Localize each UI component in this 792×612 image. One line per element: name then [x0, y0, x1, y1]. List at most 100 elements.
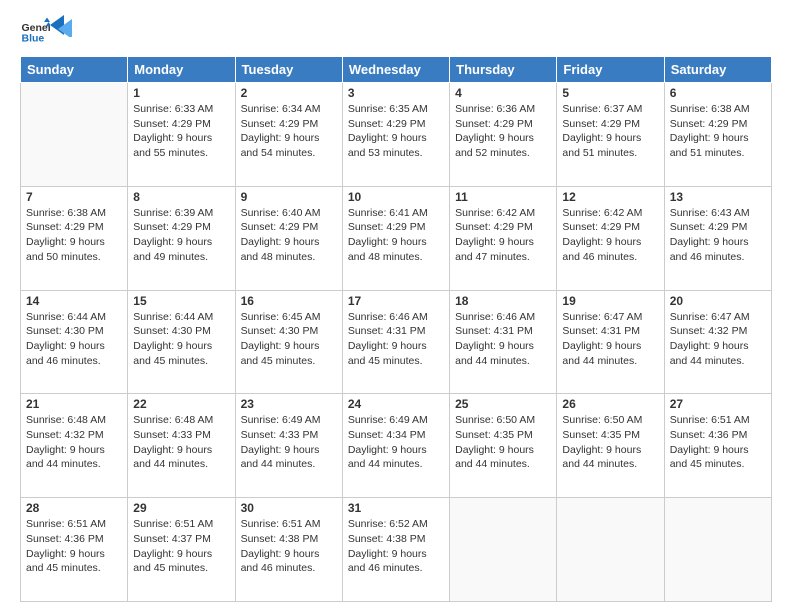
calendar-cell: 11 Sunrise: 6:42 AM Sunset: 4:29 PM Dayli… — [450, 186, 557, 290]
calendar-cell: 28 Sunrise: 6:51 AM Sunset: 4:36 PM Dayli… — [21, 498, 128, 602]
page: General Blue SundayMondayTuesdayWednesda… — [0, 0, 792, 612]
day-info: Sunrise: 6:49 AM Sunset: 4:33 PM Dayligh… — [241, 413, 337, 472]
day-info: Sunrise: 6:44 AM Sunset: 4:30 PM Dayligh… — [26, 310, 122, 369]
day-number: 7 — [26, 190, 122, 204]
week-row-3: 14 Sunrise: 6:44 AM Sunset: 4:30 PM Dayli… — [21, 290, 772, 394]
calendar-cell: 10Sunrise: 6:41 AM Sunset: 4:29 PM Dayli… — [342, 186, 449, 290]
day-number: 18 — [455, 294, 551, 308]
calendar-cell: 26Sunrise: 6:50 AM Sunset: 4:35 PM Dayli… — [557, 394, 664, 498]
day-number: 14 — [26, 294, 122, 308]
weekday-header-sunday: Sunday — [21, 57, 128, 83]
calendar-cell: 18 Sunrise: 6:46 AM Sunset: 4:31 PM Dayli… — [450, 290, 557, 394]
day-number: 23 — [241, 397, 337, 411]
day-number: 4 — [455, 86, 551, 100]
day-number: 27 — [670, 397, 766, 411]
day-info: Sunrise: 6:38 AM Sunset: 4:29 PM Dayligh… — [26, 206, 122, 265]
day-number: 30 — [241, 501, 337, 515]
day-info: Sunrise: 6:33 AM Sunset: 4:29 PM Dayligh… — [133, 102, 229, 161]
logo-arrow-icon — [50, 15, 72, 37]
day-number: 28 — [26, 501, 122, 515]
day-number: 25 — [455, 397, 551, 411]
day-info: Sunrise: 6:47 AM Sunset: 4:32 PM Dayligh… — [670, 310, 766, 369]
day-number: 20 — [670, 294, 766, 308]
day-info: Sunrise: 6:44 AM Sunset: 4:30 PM Dayligh… — [133, 310, 229, 369]
day-info: Sunrise: 6:37 AM Sunset: 4:29 PM Dayligh… — [562, 102, 658, 161]
calendar-cell: 13 Sunrise: 6:43 AM Sunset: 4:29 PM Dayli… — [664, 186, 771, 290]
day-info: Sunrise: 6:38 AM Sunset: 4:29 PM Dayligh… — [670, 102, 766, 161]
calendar-cell: 19 Sunrise: 6:47 AM Sunset: 4:31 PM Dayli… — [557, 290, 664, 394]
day-info: Sunrise: 6:50 AM Sunset: 4:35 PM Dayligh… — [562, 413, 658, 472]
logo-icon: General Blue — [20, 16, 50, 46]
day-number: 12 — [562, 190, 658, 204]
day-info: Sunrise: 6:47 AM Sunset: 4:31 PM Dayligh… — [562, 310, 658, 369]
calendar-cell: 7 Sunrise: 6:38 AM Sunset: 4:29 PM Daylig… — [21, 186, 128, 290]
calendar-cell: 12 Sunrise: 6:42 AM Sunset: 4:29 PM Dayli… — [557, 186, 664, 290]
calendar-cell: 20 Sunrise: 6:47 AM Sunset: 4:32 PM Dayli… — [664, 290, 771, 394]
day-number: 17 — [348, 294, 444, 308]
day-number: 9 — [241, 190, 337, 204]
calendar-cell: 30 Sunrise: 6:51 AM Sunset: 4:38 PM Dayli… — [235, 498, 342, 602]
calendar-cell: 15 Sunrise: 6:44 AM Sunset: 4:30 PM Dayli… — [128, 290, 235, 394]
day-info: Sunrise: 6:43 AM Sunset: 4:29 PM Dayligh… — [670, 206, 766, 265]
calendar-cell — [21, 83, 128, 187]
day-info: Sunrise: 6:42 AM Sunset: 4:29 PM Dayligh… — [455, 206, 551, 265]
day-number: 3 — [348, 86, 444, 100]
calendar-cell: 21 Sunrise: 6:48 AM Sunset: 4:32 PM Dayli… — [21, 394, 128, 498]
day-info: Sunrise: 6:51 AM Sunset: 4:36 PM Dayligh… — [26, 517, 122, 576]
calendar-table: SundayMondayTuesdayWednesdayThursdayFrid… — [20, 56, 772, 602]
calendar-cell: 24 Sunrise: 6:49 AM Sunset: 4:34 PM Dayli… — [342, 394, 449, 498]
day-number: 24 — [348, 397, 444, 411]
week-row-5: 28 Sunrise: 6:51 AM Sunset: 4:36 PM Dayli… — [21, 498, 772, 602]
day-info: Sunrise: 6:51 AM Sunset: 4:37 PM Dayligh… — [133, 517, 229, 576]
day-number: 13 — [670, 190, 766, 204]
day-number: 16 — [241, 294, 337, 308]
day-info: Sunrise: 6:42 AM Sunset: 4:29 PM Dayligh… — [562, 206, 658, 265]
header: General Blue — [20, 16, 772, 46]
day-info: Sunrise: 6:35 AM Sunset: 4:29 PM Dayligh… — [348, 102, 444, 161]
day-info: Sunrise: 6:51 AM Sunset: 4:38 PM Dayligh… — [241, 517, 337, 576]
calendar-cell: 6Sunrise: 6:38 AM Sunset: 4:29 PM Daylig… — [664, 83, 771, 187]
day-number: 21 — [26, 397, 122, 411]
day-info: Sunrise: 6:46 AM Sunset: 4:31 PM Dayligh… — [455, 310, 551, 369]
calendar-cell: 25 Sunrise: 6:50 AM Sunset: 4:35 PM Dayli… — [450, 394, 557, 498]
weekday-header-tuesday: Tuesday — [235, 57, 342, 83]
day-number: 11 — [455, 190, 551, 204]
calendar-cell: 29Sunrise: 6:51 AM Sunset: 4:37 PM Dayli… — [128, 498, 235, 602]
day-number: 31 — [348, 501, 444, 515]
day-info: Sunrise: 6:49 AM Sunset: 4:34 PM Dayligh… — [348, 413, 444, 472]
day-number: 8 — [133, 190, 229, 204]
calendar-cell: 4 Sunrise: 6:36 AM Sunset: 4:29 PM Daylig… — [450, 83, 557, 187]
day-info: Sunrise: 6:34 AM Sunset: 4:29 PM Dayligh… — [241, 102, 337, 161]
day-number: 15 — [133, 294, 229, 308]
day-info: Sunrise: 6:46 AM Sunset: 4:31 PM Dayligh… — [348, 310, 444, 369]
calendar-cell: 14 Sunrise: 6:44 AM Sunset: 4:30 PM Dayli… — [21, 290, 128, 394]
day-info: Sunrise: 6:48 AM Sunset: 4:33 PM Dayligh… — [133, 413, 229, 472]
day-info: Sunrise: 6:51 AM Sunset: 4:36 PM Dayligh… — [670, 413, 766, 472]
day-number: 5 — [562, 86, 658, 100]
weekday-header-friday: Friday — [557, 57, 664, 83]
day-info: Sunrise: 6:36 AM Sunset: 4:29 PM Dayligh… — [455, 102, 551, 161]
day-info: Sunrise: 6:50 AM Sunset: 4:35 PM Dayligh… — [455, 413, 551, 472]
calendar-cell: 5 Sunrise: 6:37 AM Sunset: 4:29 PM Daylig… — [557, 83, 664, 187]
calendar-cell: 31Sunrise: 6:52 AM Sunset: 4:38 PM Dayli… — [342, 498, 449, 602]
day-number: 19 — [562, 294, 658, 308]
logo: General Blue — [20, 16, 72, 46]
calendar-cell: 16 Sunrise: 6:45 AM Sunset: 4:30 PM Dayli… — [235, 290, 342, 394]
svg-text:Blue: Blue — [22, 33, 45, 45]
calendar-cell: 17 Sunrise: 6:46 AM Sunset: 4:31 PM Dayli… — [342, 290, 449, 394]
day-info: Sunrise: 6:48 AM Sunset: 4:32 PM Dayligh… — [26, 413, 122, 472]
calendar-cell: 23 Sunrise: 6:49 AM Sunset: 4:33 PM Dayli… — [235, 394, 342, 498]
calendar-cell: 27 Sunrise: 6:51 AM Sunset: 4:36 PM Dayli… — [664, 394, 771, 498]
day-info: Sunrise: 6:45 AM Sunset: 4:30 PM Dayligh… — [241, 310, 337, 369]
calendar-cell — [664, 498, 771, 602]
week-row-4: 21 Sunrise: 6:48 AM Sunset: 4:32 PM Dayli… — [21, 394, 772, 498]
calendar-cell: 2Sunrise: 6:34 AM Sunset: 4:29 PM Daylig… — [235, 83, 342, 187]
day-number: 10 — [348, 190, 444, 204]
calendar-cell: 8 Sunrise: 6:39 AM Sunset: 4:29 PM Daylig… — [128, 186, 235, 290]
day-number: 22 — [133, 397, 229, 411]
calendar-cell — [450, 498, 557, 602]
day-info: Sunrise: 6:40 AM Sunset: 4:29 PM Dayligh… — [241, 206, 337, 265]
day-info: Sunrise: 6:39 AM Sunset: 4:29 PM Dayligh… — [133, 206, 229, 265]
calendar-cell: 9 Sunrise: 6:40 AM Sunset: 4:29 PM Daylig… — [235, 186, 342, 290]
week-row-1: 1Sunrise: 6:33 AM Sunset: 4:29 PM Daylig… — [21, 83, 772, 187]
